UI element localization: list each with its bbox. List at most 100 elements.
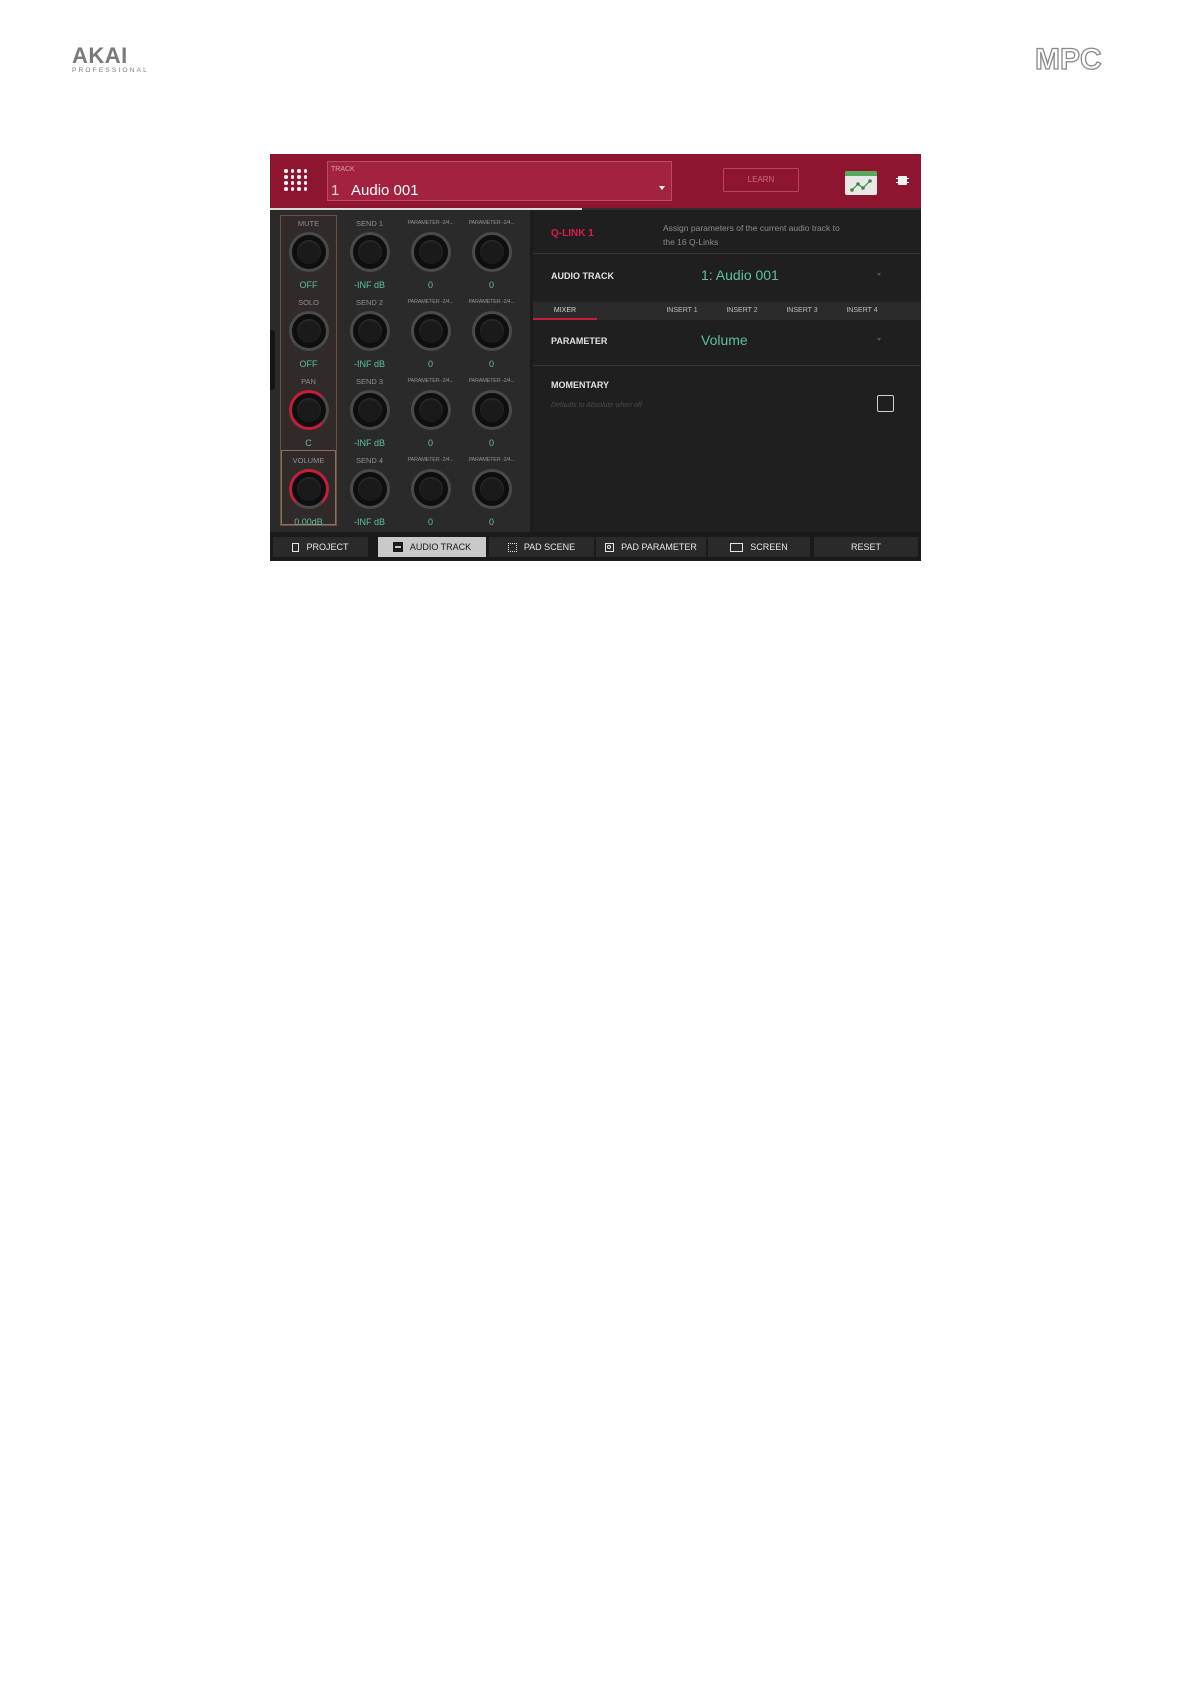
knob-value: 0 [488, 359, 494, 369]
momentary-checkbox[interactable] [877, 395, 894, 412]
audio-track-label: AUDIO TRACK [551, 271, 614, 281]
knob[interactable] [289, 232, 329, 272]
knob-label: PARAMETER -2/4... [468, 299, 515, 305]
pad-grid-icon [507, 542, 517, 552]
tab-insert-2[interactable]: INSERT 2 [710, 302, 774, 320]
knob-cell: PARAMETER -2/4... 0 [461, 453, 522, 531]
knob-cell: PARAMETER -2/4... 0 [400, 216, 461, 294]
track-number: 1 [331, 182, 340, 199]
chevron-down-icon [659, 186, 665, 190]
knob[interactable] [472, 232, 512, 272]
chevron-down-icon[interactable] [877, 273, 881, 276]
knob-cell: PARAMETER -2/4... 0 [461, 295, 522, 373]
knob-panel: MUTE OFF SEND 1 -INF dB PARAMETER -2/4... 0 PA… [270, 210, 530, 532]
audio-track-icon [392, 542, 403, 552]
knob[interactable] [350, 469, 390, 509]
automation-curve-icon [850, 179, 872, 192]
momentary-label: MOMENTARY [551, 380, 609, 390]
knob[interactable] [472, 469, 512, 509]
knob-label: PARAMETER -2/4... [407, 299, 454, 305]
knob-value: 0 [488, 280, 494, 290]
track-name: Audio 001 [351, 182, 419, 199]
knob-label: PARAMETER -2/4... [407, 220, 454, 226]
side-tab-handle[interactable] [270, 330, 275, 390]
knob[interactable] [411, 232, 451, 272]
audio-track-value[interactable]: 1: Audio 001 [701, 267, 779, 283]
knob-value: -INF dB [353, 438, 385, 448]
knob-cell: PAN C [278, 374, 339, 452]
knob[interactable] [289, 311, 329, 351]
knob[interactable] [350, 311, 390, 351]
screen-button[interactable]: SCREEN [708, 537, 810, 557]
knob-cell: VOLUME 0.00dB [278, 453, 339, 531]
knob-value: C [305, 438, 312, 448]
header-bar: TRACK 1 Audio 001 LEARN [270, 154, 921, 208]
knob-cell: PARAMETER -2/4... 0 [400, 295, 461, 373]
akai-logo-word: AKAI [72, 43, 128, 68]
knob-label: MUTE [297, 219, 320, 228]
momentary-sublabel: Defaults to Absolute when off [551, 402, 642, 409]
knob[interactable] [411, 311, 451, 351]
tab-insert-4[interactable]: INSERT 4 [830, 302, 894, 320]
screen-icon [730, 542, 744, 552]
knob-label: SOLO [298, 298, 319, 307]
qlink-settings-panel: Q-LINK 1 Assign parameters of the curren… [533, 210, 921, 532]
parameter-value[interactable]: Volume [701, 332, 748, 348]
knob[interactable] [289, 390, 329, 430]
knob-label: PAN [301, 377, 316, 386]
parameter-label: PARAMETER [551, 336, 608, 346]
mpc-screen: TRACK 1 Audio 001 LEARN MUTE OFF SEND 1 -IN… [270, 154, 921, 561]
knob-value: 0 [427, 517, 433, 527]
divider [533, 365, 921, 366]
knob[interactable] [472, 311, 512, 351]
qlink-title: Q-LINK 1 [551, 228, 594, 239]
tab-mixer[interactable]: MIXER [533, 302, 597, 320]
knob-cell: SOLO OFF [278, 295, 339, 373]
reset-button[interactable]: RESET [814, 537, 918, 557]
knob-label: SEND 2 [355, 298, 384, 307]
knob-value: 0 [488, 517, 494, 527]
knob-label: SEND 3 [355, 377, 384, 386]
knob-cell: MUTE OFF [278, 216, 339, 294]
knob[interactable] [411, 469, 451, 509]
menu-grid-icon[interactable] [284, 168, 308, 192]
pad-scene-button[interactable]: PAD SCENE [489, 537, 594, 557]
mpc-logo-word: MPC [1034, 43, 1102, 76]
knob-value: -INF dB [353, 517, 385, 527]
knob-cell: SEND 1 -INF dB [339, 216, 400, 294]
knob-value: OFF [299, 359, 318, 369]
knob-value: 0.00dB [294, 517, 323, 527]
track-selector[interactable]: TRACK 1 Audio 001 [327, 161, 672, 201]
qlink-description: Assign parameters of the current audio t… [663, 223, 840, 247]
knob-label: PARAMETER -2/4... [468, 457, 515, 463]
mpc-logo: MPC [1034, 43, 1121, 76]
knob[interactable] [289, 469, 329, 509]
knob-cell: SEND 3 -INF dB [339, 374, 400, 452]
learn-button[interactable]: LEARN [723, 168, 799, 192]
audio-track-button-label: AUDIO TRACK [409, 542, 472, 552]
knob[interactable] [350, 390, 390, 430]
knob-label: PARAMETER -2/4... [468, 220, 515, 226]
project-button[interactable]: PROJECT [273, 537, 368, 557]
chevron-down-icon[interactable] [877, 338, 881, 341]
document-icon [292, 542, 300, 552]
knob-cell: PARAMETER -2/4... 0 [461, 374, 522, 452]
knob-value: 0 [427, 280, 433, 290]
pad-icon [605, 542, 615, 552]
knob-label: PARAMETER -2/4... [468, 378, 515, 384]
knob-cell: PARAMETER -2/4... 0 [400, 453, 461, 531]
knob[interactable] [411, 390, 451, 430]
automation-icon[interactable] [845, 171, 877, 195]
knob[interactable] [472, 390, 512, 430]
audio-track-button[interactable]: AUDIO TRACK [378, 537, 486, 557]
knob-label: PARAMETER -2/4... [407, 378, 454, 384]
pad-parameter-button-label: PAD PARAMETER [621, 542, 697, 552]
pad-parameter-button[interactable]: PAD PARAMETER [596, 537, 706, 557]
cpu-chip-icon[interactable] [896, 176, 909, 185]
project-button-label: PROJECT [306, 542, 349, 552]
knob-value: -INF dB [353, 359, 385, 369]
tab-insert-1[interactable]: INSERT 1 [650, 302, 714, 320]
knob-value: 0 [427, 359, 433, 369]
tab-insert-3[interactable]: INSERT 3 [770, 302, 834, 320]
knob[interactable] [350, 232, 390, 272]
